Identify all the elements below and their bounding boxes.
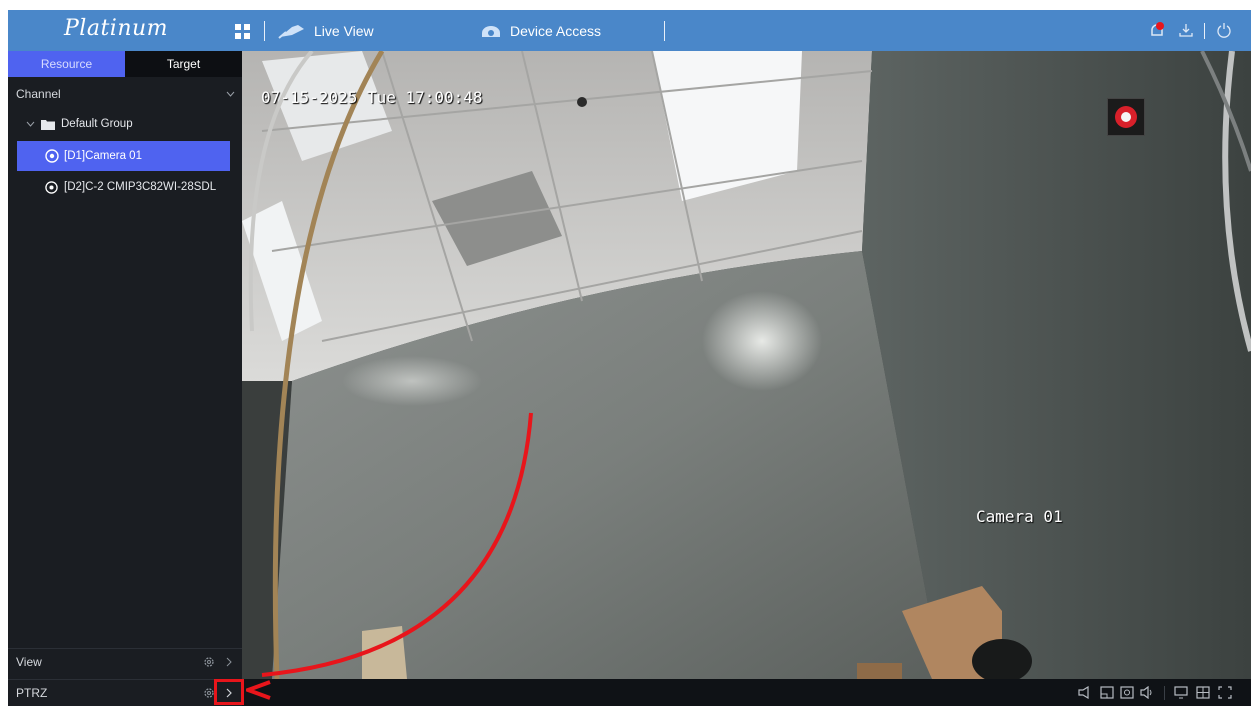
nav-live-view[interactable]: Live View	[278, 10, 374, 51]
live-video-feed[interactable]: 07-15-2025 Tue 17:00:48 Camera 01	[242, 51, 1251, 679]
snapshot-icon[interactable]	[1120, 686, 1134, 699]
power-icon[interactable]	[1216, 22, 1232, 38]
tab-target[interactable]: Target	[125, 51, 242, 77]
nav-device-access[interactable]: Device Access	[480, 10, 601, 51]
divider	[264, 21, 265, 41]
divider	[1164, 686, 1165, 700]
menu-grid-icon[interactable]	[235, 24, 250, 39]
view-label: View	[16, 655, 42, 669]
ptrz-label: PTRZ	[16, 686, 48, 700]
brand-logo: Platinum	[64, 16, 169, 41]
tree-camera-d1[interactable]: [D1]Camera 01	[17, 141, 230, 171]
export-icon[interactable]	[1178, 22, 1194, 38]
divider	[1204, 23, 1205, 39]
layout-icon[interactable]	[1100, 686, 1114, 699]
top-bar: Platinum Live View Device Access	[8, 10, 1251, 51]
annotation-arrow	[261, 412, 533, 677]
sidebar: Resource Target Channel Default Group [D…	[8, 51, 242, 706]
folder-icon	[41, 119, 55, 130]
sidebar-tabs: Resource Target	[8, 51, 242, 77]
gear-icon[interactable]	[203, 656, 215, 668]
volume-icon[interactable]	[1140, 686, 1154, 699]
chevron-down-icon	[26, 121, 35, 127]
annotation-highlight-box	[214, 679, 244, 705]
camera-online-icon	[45, 149, 59, 163]
annotation-arrowhead	[246, 680, 271, 700]
tree-group-default[interactable]: Default Group	[26, 112, 236, 136]
view-section-row[interactable]: View	[8, 649, 242, 675]
camera-online-icon	[45, 180, 58, 194]
tree-camera-label: [D2]C-2 CMIP3C82WI-28SDL	[64, 181, 217, 193]
tree-camera-d2[interactable]: [D2]C-2 CMIP3C82WI-28SDL	[45, 174, 242, 200]
divider	[664, 21, 665, 41]
tab-resource[interactable]: Resource	[8, 51, 125, 77]
chevron-down-icon	[226, 91, 235, 97]
device-access-icon	[482, 25, 500, 37]
channel-label: Channel	[16, 87, 61, 101]
split-screen-icon[interactable]	[1196, 686, 1210, 699]
tree-camera-label: [D1]Camera 01	[64, 150, 142, 162]
live-view-icon	[278, 24, 304, 39]
app-window: Platinum Live View Device Access Resourc…	[8, 10, 1251, 706]
screen-icon[interactable]	[1174, 686, 1188, 699]
ptrz-section-row[interactable]: PTRZ	[8, 680, 242, 706]
speaker-icon[interactable]	[1078, 686, 1092, 699]
bottom-toolbar	[242, 679, 1251, 706]
chevron-right-icon[interactable]	[226, 657, 232, 667]
nav-live-view-label: Live View	[314, 22, 374, 39]
channel-section-header[interactable]: Channel	[8, 81, 242, 107]
nav-device-access-label: Device Access	[510, 22, 602, 39]
tree-group-label: Default Group	[61, 118, 133, 130]
alarm-bell-icon[interactable]	[1148, 22, 1166, 40]
fullscreen-icon[interactable]	[1218, 686, 1232, 699]
